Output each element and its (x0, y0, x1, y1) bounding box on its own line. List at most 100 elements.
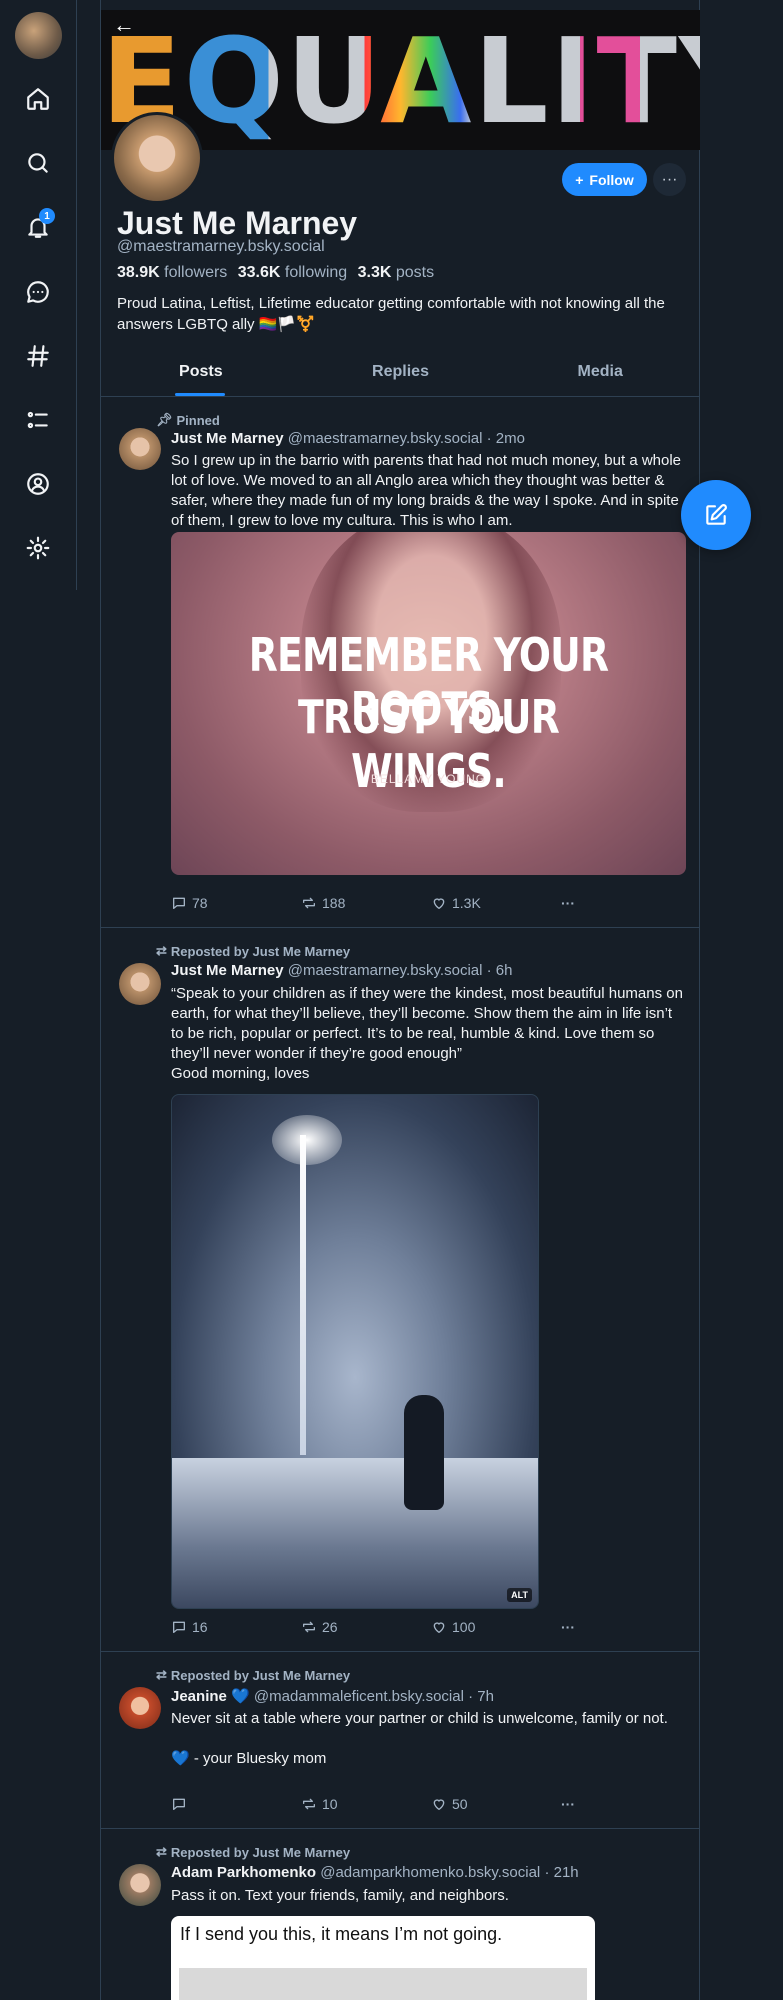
tab-replies[interactable]: Replies (301, 352, 501, 396)
list-icon[interactable] (21, 403, 55, 437)
post-avatar[interactable] (119, 1864, 161, 1906)
post-header: Jeanine 💙 @madammaleficent.bsky.social ·… (171, 1687, 494, 1705)
pin-icon: 📌︎ (156, 412, 173, 427)
repost-icon (303, 1621, 315, 1633)
reply-icon (173, 1621, 185, 1633)
home-icon[interactable] (21, 82, 55, 116)
repost-icon (303, 897, 315, 909)
repost-button[interactable]: 10 (301, 1796, 338, 1812)
post-text: So I grew up in the barrio with parents … (171, 452, 682, 529)
tab-media[interactable]: Media (500, 352, 700, 396)
post-text: Never sit at a table where your partner … (171, 1710, 668, 1767)
like-button[interactable]: 1.3K (431, 895, 481, 911)
post-handle[interactable]: @adamparkhomenko.bsky.social (320, 1864, 540, 1881)
reply-icon (173, 897, 185, 909)
alt-badge[interactable]: ALT (507, 1588, 532, 1602)
post-more-button[interactable]: ··· (561, 1619, 575, 1635)
display-name: Just Me Marney (117, 205, 358, 241)
like-button[interactable]: 100 (431, 1619, 475, 1635)
post-header: Just Me Marney @maestramarney.bsky.socia… (171, 430, 525, 447)
follow-label: Follow (589, 171, 634, 188)
like-button[interactable]: 50 (431, 1796, 468, 1812)
post-time[interactable]: · 2mo (487, 430, 525, 447)
post-time[interactable]: · 7h (468, 1688, 494, 1705)
repost-label: ⇄ Reposted by Just Me Marney (156, 1844, 351, 1860)
post-author[interactable]: Just Me Marney (171, 962, 284, 979)
profile-bio: Proud Latina, Leftist, Lifetime educator… (117, 295, 665, 333)
post-image[interactable]: REMEMBER YOUR ROOTS, TRUST YOUR WINGS. B… (171, 532, 686, 875)
profile-column: EQUALITY ← + Follow ··· Just Me Marney @… (100, 0, 700, 2000)
image-photo (179, 1968, 587, 2000)
post-avatar[interactable] (119, 428, 161, 470)
compose-button[interactable] (681, 480, 751, 550)
followers-link[interactable]: 38.9K followers (117, 264, 227, 281)
back-arrow-icon[interactable]: ← (109, 10, 139, 40)
post-item[interactable]: ⇄ Reposted by Just Me Marney Jeanine 💙 @m… (101, 1653, 700, 1829)
lamp-post (300, 1135, 306, 1455)
gear-icon[interactable] (21, 531, 55, 565)
post-avatar[interactable] (119, 963, 161, 1005)
post-author[interactable]: Adam Parkhomenko (171, 1864, 316, 1881)
tab-posts[interactable]: Posts (101, 352, 301, 396)
heart-icon (433, 1799, 445, 1810)
post-author[interactable]: Just Me Marney (171, 430, 284, 447)
hashtag-icon[interactable] (21, 339, 55, 373)
post-image[interactable]: If I send you this, it means I’m not goi… (171, 1916, 595, 2000)
profile-handle: @maestramarney.bsky.social (117, 238, 325, 255)
repost-label: ⇄ Reposted by Just Me Marney (156, 943, 351, 959)
post-time[interactable]: · 6h (487, 962, 513, 979)
post-actions: 16 26 100 ··· (171, 1619, 591, 1639)
bell-icon[interactable]: 1 (21, 208, 55, 244)
compose-icon (706, 504, 727, 525)
post-text: “Speak to your children as if they were … (171, 985, 683, 1082)
post-handle[interactable]: @madammaleficent.bsky.social (254, 1688, 464, 1705)
repost-label: ⇄ Reposted by Just Me Marney (156, 1667, 351, 1683)
repost-icon (303, 1798, 315, 1810)
repost-icon: ⇄ (156, 1844, 167, 1859)
user-circle-icon[interactable] (21, 467, 55, 501)
posts-count: 3.3K posts (357, 264, 435, 281)
plus-icon: + (575, 171, 584, 188)
post-handle[interactable]: @maestramarney.bsky.social (288, 430, 483, 447)
profile-tabs: Posts Replies Media (101, 352, 700, 397)
post-avatar[interactable] (119, 1687, 161, 1729)
repost-button[interactable]: 188 (301, 895, 345, 911)
post-header: Adam Parkhomenko @adamparkhomenko.bsky.s… (171, 1864, 579, 1881)
pinned-label: 📌︎ Pinned (156, 412, 220, 428)
profile-stats: 38.9K followers 33.6K following 3.3K pos… (117, 264, 434, 282)
post-image[interactable]: ALT (171, 1094, 539, 1609)
heart-icon (433, 898, 445, 909)
reply-button[interactable]: 78 (171, 895, 208, 911)
post-actions: 78 188 1.3K ··· (171, 895, 591, 915)
post-actions: 10 50 ··· (171, 1796, 591, 1816)
search-icon[interactable] (21, 146, 55, 180)
post-time[interactable]: · 21h (544, 1864, 578, 1881)
verified-icon: 💙 (231, 1688, 250, 1705)
profile-more-button[interactable]: ··· (653, 163, 686, 196)
left-nav: 1 (0, 0, 77, 590)
post-more-button[interactable]: ··· (561, 1796, 575, 1812)
post-handle[interactable]: @maestramarney.bsky.social (288, 962, 483, 979)
notification-badge: 1 (39, 208, 55, 224)
image-quote-author: BELLAMY YOUNG (370, 772, 487, 786)
follow-button[interactable]: + Follow (562, 163, 647, 196)
reply-button[interactable]: 16 (171, 1619, 208, 1635)
post-text: Pass it on. Text your friends, family, a… (171, 1887, 509, 1904)
reply-button[interactable] (171, 1796, 192, 1812)
heart-icon (433, 1622, 445, 1633)
image-text: If I send you this, it means I’m not goi… (180, 1924, 503, 1944)
user-avatar[interactable] (15, 12, 62, 59)
profile-avatar[interactable] (111, 112, 203, 204)
post-author[interactable]: Jeanine (171, 1688, 227, 1705)
repost-icon: ⇄ (156, 1667, 167, 1682)
reply-icon (173, 1798, 185, 1810)
repost-button[interactable]: 26 (301, 1619, 338, 1635)
following-link[interactable]: 33.6K following (238, 264, 347, 281)
lamp-glow (272, 1115, 342, 1165)
snow-ground (172, 1458, 538, 1608)
child-figure (404, 1395, 444, 1510)
repost-icon: ⇄ (156, 943, 167, 958)
chat-bubble-icon[interactable] (21, 275, 55, 309)
post-more-button[interactable]: ··· (561, 895, 575, 911)
post-header: Just Me Marney @maestramarney.bsky.socia… (171, 962, 512, 979)
